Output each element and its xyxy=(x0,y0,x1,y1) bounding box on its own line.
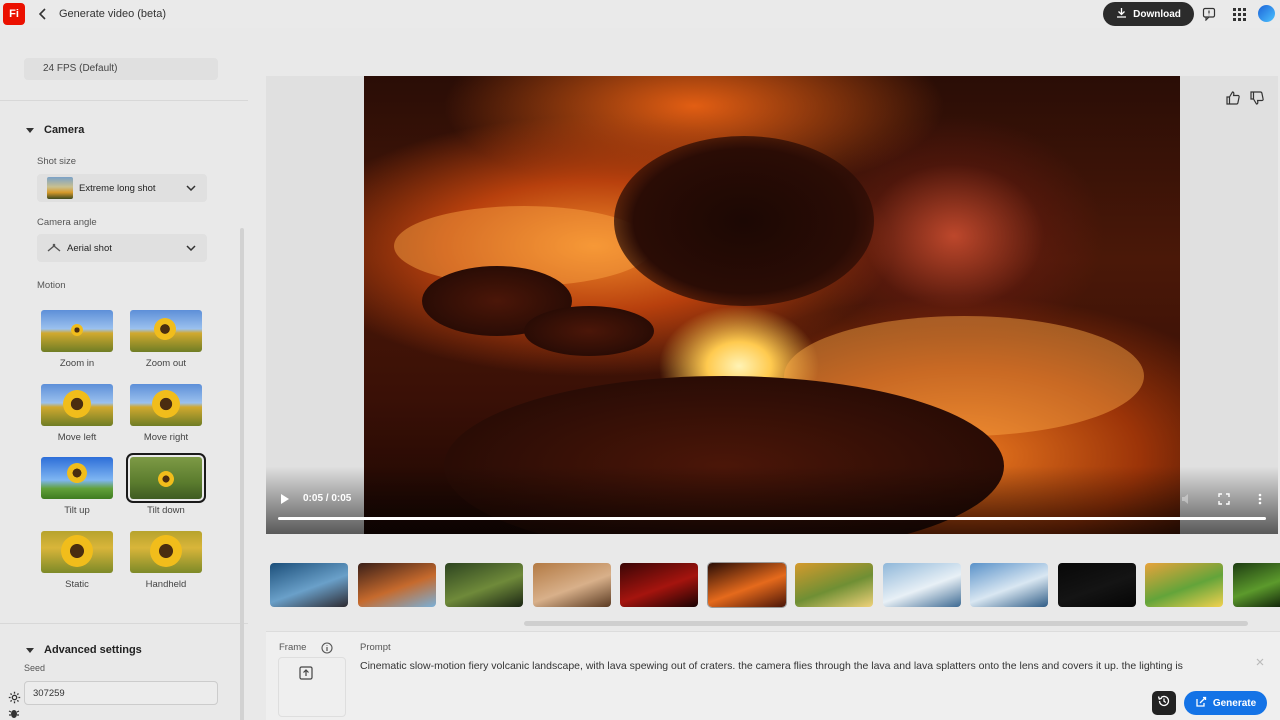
thumbnail-dog-office[interactable] xyxy=(532,563,611,607)
motion-move-left[interactable]: Move left xyxy=(40,384,114,443)
thumbnail-red-theater[interactable] xyxy=(620,563,698,607)
upload-icon[interactable] xyxy=(298,665,314,681)
motion-label: Zoom in xyxy=(59,358,95,369)
play-icon[interactable] xyxy=(272,486,298,512)
aerial-angle-icon xyxy=(47,242,61,254)
thumbnail-portrait-sunset[interactable] xyxy=(357,563,436,607)
motion-static[interactable]: Static xyxy=(40,531,114,590)
thumbnail-cartoon-path[interactable] xyxy=(1145,563,1223,607)
thumbnail-dark-frame[interactable] xyxy=(1057,563,1136,607)
video-player[interactable]: 0:05 / 0:05 xyxy=(266,76,1278,534)
motion-move-right[interactable]: Move right xyxy=(129,384,203,443)
thumbnail-snowy-mountains[interactable] xyxy=(882,563,961,607)
history-button[interactable] xyxy=(1152,691,1176,715)
history-scrollbar[interactable] xyxy=(524,621,1248,626)
frame-rate-select[interactable]: 24 FPS (Default) xyxy=(24,58,218,80)
settings-panel: 24 FPS (Default) Camera Shot size Extrem… xyxy=(0,28,250,720)
back-chevron-icon[interactable] xyxy=(36,6,50,22)
camera-angle-dropdown[interactable]: Aerial shot xyxy=(37,234,207,262)
thumbnail-lake-scene[interactable] xyxy=(270,563,348,607)
download-icon xyxy=(1116,7,1127,21)
motion-label: Move right xyxy=(143,432,189,443)
shot-size-thumbnail xyxy=(47,177,73,199)
motion-thumbnail xyxy=(41,531,113,573)
thumbnail-river-valley[interactable] xyxy=(795,563,873,607)
seek-progress xyxy=(278,517,1266,520)
motion-label: Motion xyxy=(37,280,66,291)
generate-icon xyxy=(1195,696,1207,711)
thumbnail-volcano[interactable] xyxy=(706,562,787,608)
clear-icon[interactable] xyxy=(1256,658,1266,668)
fullscreen-icon[interactable] xyxy=(1217,492,1231,506)
motion-label: Tilt down xyxy=(147,505,185,516)
feedback-icon[interactable] xyxy=(1201,6,1217,22)
motion-handheld[interactable]: Handheld xyxy=(129,531,203,590)
info-icon[interactable] xyxy=(320,641,333,654)
video-controls-overlay xyxy=(266,466,1278,534)
bug-icon[interactable] xyxy=(6,706,22,720)
motion-label: Move left xyxy=(57,432,97,443)
camera-angle-label: Camera angle xyxy=(37,217,97,228)
thumbs-up-icon[interactable] xyxy=(1225,90,1241,106)
prompt-panel: Frame Prompt Cinematic slow-motion fiery… xyxy=(266,631,1280,720)
thumbs-down-icon[interactable] xyxy=(1249,90,1265,106)
time-readout: 0:05 / 0:05 xyxy=(303,493,352,504)
motion-zoom-out[interactable]: Zoom out xyxy=(129,310,203,369)
download-button[interactable]: Download xyxy=(1103,2,1194,26)
motion-tilt-down[interactable]: Tilt down xyxy=(126,453,206,516)
motion-thumbnail xyxy=(41,457,113,499)
motion-label: Handheld xyxy=(145,579,187,590)
motion-tilt-up[interactable]: Tilt up xyxy=(40,457,114,516)
panel-scrollbar[interactable] xyxy=(240,228,244,720)
motion-thumbnail xyxy=(41,310,113,352)
page-title: Generate video (beta) xyxy=(59,8,167,20)
history-icon xyxy=(1157,694,1171,713)
divider xyxy=(0,623,248,624)
chevron-down-icon xyxy=(185,182,197,194)
shot-size-value: Extreme long shot xyxy=(79,182,156,194)
seed-label: Seed xyxy=(24,663,46,673)
motion-thumbnail xyxy=(130,531,202,573)
seek-bar[interactable] xyxy=(278,517,1266,520)
camera-section-title: Camera xyxy=(44,124,85,136)
generate-label: Generate xyxy=(1212,697,1257,709)
more-vertical-icon[interactable] xyxy=(1253,492,1267,506)
download-label: Download xyxy=(1133,8,1181,20)
caret-down-icon xyxy=(26,647,34,653)
motion-label: Static xyxy=(65,579,89,590)
thumbnail-green-sprout[interactable] xyxy=(1232,563,1280,607)
camera-angle-value: Aerial shot xyxy=(67,242,112,254)
advanced-settings-toggle[interactable]: Advanced settings xyxy=(26,644,142,656)
seed-input[interactable]: 307259 xyxy=(24,681,218,705)
thumbnail-alpine-lake[interactable] xyxy=(970,563,1048,607)
motion-label: Zoom out xyxy=(145,358,187,369)
motion-zoom-in[interactable]: Zoom in xyxy=(40,310,114,369)
motion-thumbnail xyxy=(126,453,206,503)
divider xyxy=(0,100,248,101)
frame-label: Frame xyxy=(279,642,307,653)
motion-thumbnail xyxy=(41,384,113,426)
avatar[interactable] xyxy=(1258,5,1275,22)
prompt-input[interactable]: Cinematic slow-motion fiery volcanic lan… xyxy=(360,660,1240,672)
generate-button[interactable]: Generate xyxy=(1184,691,1267,715)
apps-grid-icon[interactable] xyxy=(1231,6,1247,22)
generation-history-strip xyxy=(270,562,1280,608)
settings-gear-icon[interactable] xyxy=(6,690,22,704)
prompt-label: Prompt xyxy=(360,642,391,653)
motion-thumbnail xyxy=(130,384,202,426)
chevron-down-icon xyxy=(185,242,197,254)
motion-label: Tilt up xyxy=(64,505,90,516)
camera-section-toggle[interactable]: Camera xyxy=(26,124,84,136)
firefly-logo[interactable]: Fi xyxy=(3,3,25,25)
shot-size-label: Shot size xyxy=(37,156,77,167)
volume-icon[interactable] xyxy=(1180,492,1194,506)
shot-size-dropdown[interactable]: Extreme long shot xyxy=(37,174,207,202)
advanced-settings-title: Advanced settings xyxy=(44,644,142,656)
top-bar: Fi Generate video (beta) Download xyxy=(0,0,1280,28)
thumbnail-forest-creature[interactable] xyxy=(445,563,523,607)
caret-down-icon xyxy=(26,127,34,133)
motion-thumbnail xyxy=(130,310,202,352)
